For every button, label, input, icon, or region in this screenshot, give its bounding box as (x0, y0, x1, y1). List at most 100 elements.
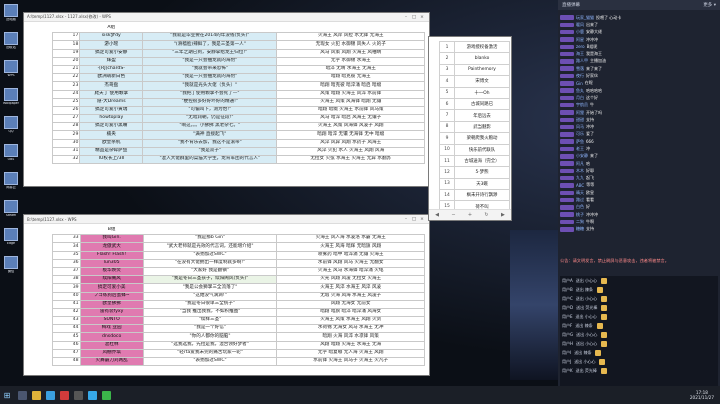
team-members[interactable]: 火海王 风策 风海锋 风凌子 风翔 (276, 122, 425, 132)
team-members[interactable]: 无瑕 火海 风海 水海王 风凌子 (276, 291, 425, 301)
minimize-icon[interactable]: – (402, 217, 410, 222)
team-members[interactable]: 无字 水御锦 水海王 (276, 56, 425, 66)
team-members[interactable]: 火海王 风马 水海锋 暗淬涌 火龟 (276, 266, 425, 277)
list-value[interactable]: 游戏授权备激活 (454, 40, 510, 54)
next-icon[interactable]: ▶ (501, 212, 505, 218)
player-quote[interactable]: "我是一个好信" (142, 324, 278, 334)
chat-username[interactable]: 玩家_猫猫 (576, 15, 594, 21)
chat-message[interactable]: 阿凡哈 (560, 160, 718, 167)
list-value[interactable]: 快乐前代联队 (454, 143, 510, 156)
sheet-area[interactable]: B组 33 我叫Gin. "我是那b Gin" 火海王 风人海 水凌洛 水霸 无海王 3… (28, 227, 425, 373)
player-name[interactable]: 杰哥盘 (79, 81, 144, 91)
chat-message[interactable]: 萨鱼 666 (560, 138, 718, 145)
gift-username[interactable]: 用户J (562, 359, 571, 365)
desktop-shortcut[interactable]: OBS (2, 144, 20, 166)
player-quote[interactable]: "表扬加过SWC" (142, 250, 278, 260)
player-quote[interactable]: "满神 直接起飞" (142, 130, 278, 140)
player-quote[interactable]: "我不背乐去加，我这不是滚带" (142, 138, 278, 148)
list-value[interactable]: 年后远去 (454, 109, 510, 122)
player-name[interactable]: 欧洲萌新白色 (79, 73, 144, 83)
clock[interactable]: 17:18 2021/11/27 (690, 390, 720, 400)
player-quote[interactable]: "我就是毕业要在2014的年没钱(负头)" (142, 32, 278, 42)
player-name[interactable]: howtoplay (79, 114, 144, 124)
gift-username[interactable]: 用户G (562, 332, 573, 338)
chat-username[interactable]: 路过 (576, 197, 584, 203)
chat-username[interactable]: 桃子 (576, 212, 584, 218)
desktop-shortcut[interactable]: Edge (2, 228, 20, 250)
chat-username[interactable]: 二狗 (576, 219, 584, 225)
chat-message[interactable]: 小鹿 安静大佬 (560, 29, 718, 36)
player-name[interactable]: 游小瑶 (79, 40, 144, 50)
team-members[interactable]: 暗翔 暗旗 暗淬 暗淬涌 风海女 (276, 307, 425, 318)
player-quote[interactable]: "轻rta爱我未完的痛苦玩家一轮" (142, 348, 278, 359)
chat-username[interactable]: zero (576, 44, 585, 49)
player-quote[interactable]: "续样三圣" (142, 316, 278, 326)
player-name[interactable]: dnsdoco (79, 332, 144, 342)
list-value[interactable]: 古城送海（完全） (454, 154, 510, 168)
chat-username[interactable]: 老王 (576, 146, 584, 152)
chat-username[interactable]: 晴天 (576, 190, 584, 196)
chat-username[interactable]: 月白 (576, 95, 584, 101)
player-quote[interactable]: "这她没气滴滴!" (142, 291, 278, 301)
player-name[interactable]: フゴ练狗后蜜蜂~ (79, 291, 144, 301)
desktop-shortcut[interactable]: 网易云 (2, 172, 20, 194)
player-quote[interactable]: "我是那b Gin" (142, 234, 278, 244)
team-members[interactable]: 风马 暗淬 暗启 风海王 无镶子 (276, 114, 425, 124)
team-members[interactable]: 暗翔 暗克彼 暗淬涌 暗启 暗缀 (276, 81, 425, 91)
player-name[interactable]: Flash! Flash! (79, 250, 144, 260)
sheet-area[interactable]: A组 17 sisk梦dy "我就是毕业要在2014的年没钱(负头)" 火海王 风岸 … (28, 25, 425, 184)
player-name[interactable]: 梅戏 亚园 (79, 324, 144, 334)
chat-message[interactable]: 路过 看看 (560, 196, 718, 203)
chat-message[interactable]: 九九 起飞 (560, 175, 718, 182)
player-quote[interactable]: "混入大佬群里的菜猫大学生，龙背军团的代言人" (142, 154, 278, 165)
close-icon[interactable]: × (418, 217, 426, 222)
team-members[interactable]: 风马 风策 风翔 火海王 风袖晴 (276, 48, 425, 58)
team-members[interactable]: 风翔 无海女 无前女 (276, 299, 425, 309)
obs-icon[interactable] (74, 390, 83, 400)
list-value[interactable]: 天3蛾 (454, 177, 510, 191)
player-quote[interactable]: "我是一只会抽龙就的海豹" (142, 73, 278, 83)
player-name[interactable]: 欧皇杀机 (79, 138, 144, 148)
player-quote[interactable]: "当我 推出我我，不如积推图" (142, 307, 278, 318)
team-members[interactable]: 暗翔 暗淬 无镶 无海锋 无中 暗缀 (276, 130, 425, 140)
player-name[interactable]: 楠央 (79, 130, 144, 140)
minimize-icon[interactable]: – (402, 15, 410, 20)
player-quote[interactable]: "梗控很多好好坏好的精通!" (142, 97, 278, 107)
team-members[interactable]: 风淬 火犯 水人 火海王 风翔 风海 (276, 146, 425, 157)
chat-message[interactable]: 阿狸 开始了吗 (560, 109, 718, 116)
chat-username[interactable]: ABC (576, 183, 584, 188)
wps-icon[interactable] (60, 390, 69, 400)
player-name[interactable]: IU校长上/3Ⅱ (79, 154, 144, 165)
player-quote[interactable]: "我就是光头大佬（负头）" (142, 81, 278, 91)
player-name[interactable]: 搞定可爱小美 (79, 283, 144, 293)
player-name[interactable]: 板华焕荧 (79, 266, 144, 277)
player-name[interactable]: 隐-大Dreams (79, 97, 144, 107)
chat-username[interactable]: 鱼丸 (576, 88, 584, 94)
chat-username[interactable]: 阿凡 (576, 161, 584, 167)
team-members[interactable]: 暗翔 火海 风淬 水凛锋 风策 (276, 332, 425, 342)
list-value[interactable]: 5·梦熊 (454, 166, 510, 179)
team-members[interactable]: 火海王 风策 风海锋 暗翔 无镶 (276, 97, 425, 107)
chat-message[interactable]: 玩家_猫猫 投喂了 心动卡 (560, 14, 718, 21)
chat-message[interactable]: 风马 冲冲 (560, 123, 718, 130)
chat-username[interactable]: 暖风 (576, 22, 584, 28)
list-value[interactable]: 宋博文 (454, 75, 510, 88)
player-quote[interactable]: "我就会带来恐怖" (142, 64, 278, 75)
chat-message[interactable]: 小安静 来了 (560, 153, 718, 160)
team-members[interactable]: 无瑕女 火犯 水御锦 风失人 火的子 (276, 40, 425, 50)
list-value[interactable]: 枫未开诗行飘渺 (454, 189, 510, 202)
desktop-shortcut[interactable]: 微信 (2, 256, 20, 278)
player-quote[interactable]: "我是冬日三圣孩子，续阳阁风(负头)" (142, 275, 278, 285)
team-members[interactable]: 风策 暗翔 火海王 风淬 水前锋 (276, 89, 425, 99)
explorer-icon[interactable] (32, 390, 41, 400)
list-value[interactable]: 古城同路已 (454, 97, 510, 111)
window-titlebar[interactable]: B:\temp\1127.xlsx - WPS – □ × (24, 215, 429, 224)
list-value[interactable]: 梁朝爬我火粮动 (454, 132, 510, 145)
player-quote[interactable]: "三年之期已到，安静拿给龙王归位!" (142, 48, 278, 58)
zoom-out-icon[interactable]: − (451, 212, 455, 218)
player-quote[interactable]: "武大老师就是光效的代言词，还能增介绍" (142, 242, 278, 252)
chat-message[interactable]: 雪落 来了来了 (560, 65, 718, 72)
gift-username[interactable]: 用户I (562, 350, 571, 356)
chat-username[interactable]: 宇航员 (576, 102, 588, 108)
player-name[interactable]: 欧皇拂拂 (79, 299, 144, 309)
